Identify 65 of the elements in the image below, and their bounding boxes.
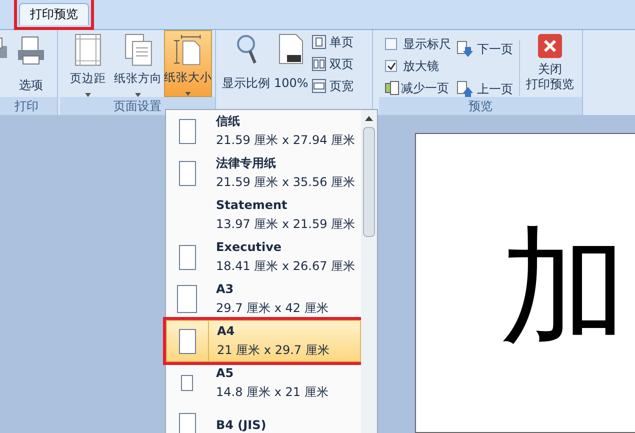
paper-name: A5: [216, 365, 235, 382]
dropdown-button[interactable]: 页边距: [64, 30, 112, 97]
check-icon: [386, 62, 396, 70]
ribbon-button[interactable]: 选项: [14, 36, 48, 94]
page-width-icon: [312, 79, 326, 93]
paper-name: A3: [216, 281, 235, 298]
paper-size-item[interactable]: B4 (JIS): [166, 404, 361, 433]
pages-icon: [385, 81, 399, 95]
paper-size-item[interactable]: A4 21 厘米 x 29.7 厘米: [166, 320, 361, 362]
paper-name: 法律专用纸: [216, 155, 277, 172]
paper-name: 信纸: [216, 113, 241, 130]
paper-dimensions: 21 厘米 x 29.7 厘米: [217, 342, 330, 359]
paper-size-item[interactable]: A5 14.8 厘米 x 21 厘米: [166, 362, 361, 404]
page-icon: [178, 118, 196, 144]
view-button[interactable]: 页宽: [312, 76, 354, 96]
scrollbar-thumb[interactable]: [363, 127, 375, 237]
paper-dimensions: 21.59 厘米 x 35.56 厘米: [216, 174, 356, 191]
checkbox-option[interactable]: 放大镜: [385, 56, 451, 76]
page-down-arrow-icon: [457, 41, 473, 57]
close-preview-button[interactable]: 关闭 打印预览: [526, 34, 574, 92]
zoom-100-button[interactable]: 100%: [274, 32, 308, 92]
page-size-icon: [173, 35, 203, 65]
close-icon: [538, 34, 562, 58]
paper-size-item[interactable]: A3 29.7 厘米 x 42 厘米: [166, 278, 361, 320]
pages-icon: [123, 34, 153, 66]
ribbon-tab[interactable]: 打印预览: [19, 2, 89, 24]
paper-dimensions: 13.97 厘米 x 21.59 厘米: [216, 216, 356, 233]
page-up-arrow-icon: [457, 81, 473, 97]
page-icon: [178, 160, 196, 186]
page-icon: [179, 328, 196, 354]
zoom-button[interactable]: 显示比例: [222, 32, 270, 92]
next-page-button[interactable]: 下一页: [457, 40, 513, 58]
dropdown-button[interactable]: 纸张大小: [164, 30, 212, 97]
dropdown-button[interactable]: 纸张方向: [114, 30, 162, 97]
scrollbar[interactable]: [361, 110, 377, 433]
scroll-up-arrow-icon: [365, 116, 373, 121]
view-button[interactable]: 单页: [312, 32, 354, 52]
page-margins-icon: [75, 34, 101, 66]
paper-size-item[interactable]: 法律专用纸 21.59 厘米 x 35.56 厘米: [166, 152, 361, 194]
page-icon: [279, 34, 304, 64]
checkbox[interactable]: [385, 60, 397, 72]
page-icon: [181, 375, 193, 391]
paper-size-item[interactable]: Executive 18.41 厘米 x 26.67 厘米: [166, 236, 361, 278]
two-pages-icon: [312, 57, 326, 71]
paper-name: A4: [217, 323, 236, 340]
paper-dimensions: 29.7 厘米 x 42 厘米: [216, 300, 328, 317]
group-label: 打印: [0, 97, 57, 115]
page-icon: [177, 285, 197, 313]
paper-dimensions: 14.8 厘米 x 21 厘米: [216, 384, 328, 401]
single-page-icon: [312, 35, 326, 49]
group-label: 预览: [379, 97, 582, 115]
checkbox-option[interactable]: 显示标尺: [385, 34, 451, 54]
paper-size-item[interactable]: Statement 13.97 厘米 x 21.59 厘米: [166, 194, 361, 236]
view-button[interactable]: 双页: [312, 54, 354, 74]
previous-page-button[interactable]: 上一页: [457, 80, 513, 97]
paper-name: B4 (JIS): [216, 416, 266, 433]
paper-dimensions: 21.59 厘米 x 27.94 厘米: [216, 132, 356, 149]
paper-dimensions: 18.41 厘米 x 26.67 厘米: [216, 258, 356, 275]
printer-icon: [16, 36, 46, 66]
paper-name: Executive: [216, 239, 283, 256]
page-icon: [178, 244, 196, 270]
checkbox[interactable]: [385, 38, 397, 50]
paper-name: Statement: [216, 197, 288, 214]
page-text: 加: [500, 224, 628, 352]
magnifier-icon: [235, 34, 257, 64]
